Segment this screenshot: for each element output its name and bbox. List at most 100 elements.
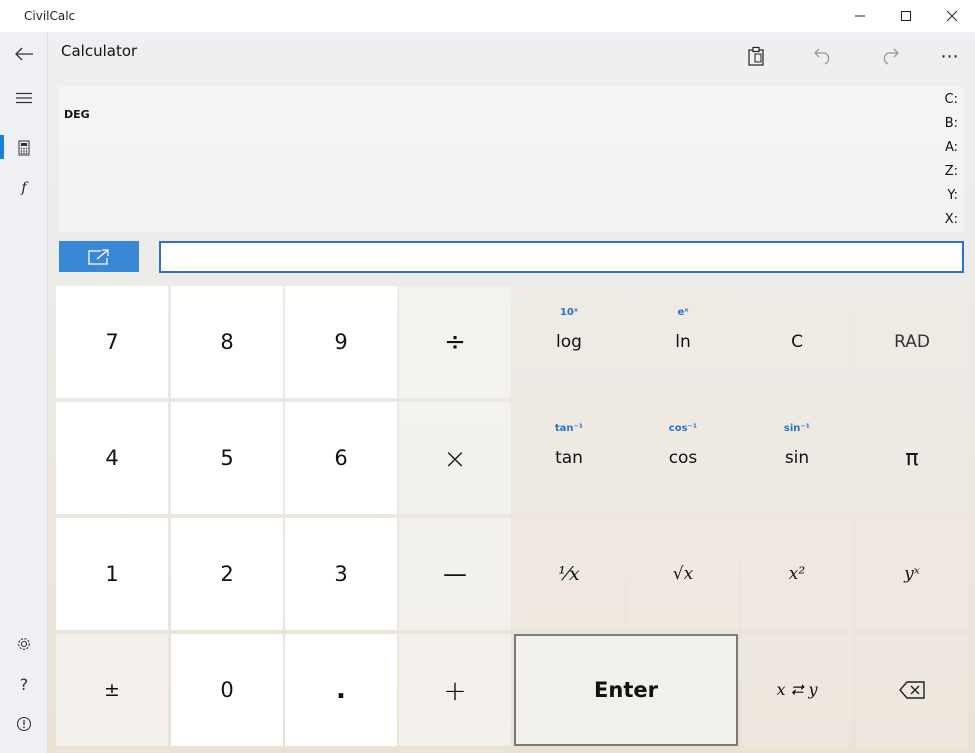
key-0[interactable]: 0 — [171, 634, 283, 746]
key-multiply[interactable]: × — [399, 402, 511, 514]
key-label: x ⮂ y — [776, 680, 818, 699]
key-pi[interactable]: π — [856, 402, 968, 514]
register-c: C: — [944, 92, 958, 107]
key-4[interactable]: 4 — [56, 402, 168, 514]
close-button[interactable] — [929, 0, 975, 32]
key-3[interactable]: 3 — [285, 518, 397, 630]
key-label: √x — [672, 564, 694, 584]
maximize-icon — [901, 11, 911, 21]
maximize-button[interactable] — [883, 0, 929, 32]
key-decimal[interactable]: . — [285, 634, 397, 746]
key-label: yˣ — [904, 564, 920, 584]
key-9[interactable]: 9 — [285, 286, 397, 398]
register-y: Y: — [947, 188, 958, 203]
popout-button[interactable] — [59, 241, 139, 272]
key-ln[interactable]: eˣ ln — [627, 286, 739, 398]
hamburger-menu-icon — [16, 92, 32, 104]
key-clear[interactable]: C — [741, 286, 853, 398]
key-label: 4 — [105, 446, 119, 470]
popout-icon — [88, 248, 109, 265]
key-label: ÷ — [444, 327, 466, 357]
key-7[interactable]: 7 — [56, 286, 168, 398]
key-6[interactable]: 6 — [285, 402, 397, 514]
register-x: X: — [944, 212, 958, 227]
key-label: C — [791, 332, 803, 352]
enter-label: Enter — [594, 678, 658, 702]
clipboard-icon — [748, 46, 764, 66]
about-button[interactable] — [0, 704, 48, 744]
key-label: 5 — [220, 446, 234, 470]
hamburger-menu-button[interactable] — [0, 78, 48, 118]
back-button[interactable] — [0, 34, 48, 74]
key-label: 0 — [220, 678, 234, 702]
calculator-icon — [18, 140, 30, 156]
redo-button[interactable] — [870, 38, 910, 74]
help-button[interactable]: ? — [0, 664, 48, 704]
key-label: 7 — [105, 330, 119, 354]
help-icon: ? — [19, 674, 29, 694]
key-swap-xy[interactable]: x ⮂ y — [741, 634, 853, 746]
key-label: — — [443, 560, 467, 588]
key-label: ± — [104, 679, 120, 701]
key-label: sin — [784, 448, 810, 468]
key-square[interactable]: x² — [741, 518, 853, 630]
key-subtract[interactable]: — — [399, 518, 511, 630]
stack-display: DEG C: B: A: Z: Y: X: — [59, 86, 964, 232]
key-5[interactable]: 5 — [171, 402, 283, 514]
key-rad[interactable]: RAD — [856, 286, 968, 398]
key-secondary-label: sin⁻¹ — [783, 423, 811, 434]
key-label: ¹⁄x — [558, 563, 580, 585]
entry-input[interactable] — [159, 241, 964, 273]
key-power[interactable]: yˣ — [856, 518, 968, 630]
key-label: 8 — [220, 330, 234, 354]
undo-button[interactable] — [803, 38, 843, 74]
angle-mode-indicator: DEG — [64, 108, 90, 121]
nav-item-functions[interactable]: f — [0, 168, 48, 208]
key-1[interactable]: 1 — [56, 518, 168, 630]
page-title: Calculator — [61, 42, 138, 60]
register-z: Z: — [944, 164, 958, 179]
enter-button[interactable]: Enter — [514, 634, 738, 746]
key-label: log — [556, 332, 582, 352]
redo-icon — [883, 48, 899, 65]
key-cos[interactable]: cos⁻¹ cos — [627, 402, 739, 514]
register-a: A: — [944, 140, 958, 155]
key-tan[interactable]: tan⁻¹ tan — [513, 402, 625, 514]
key-label: . — [336, 675, 346, 705]
undo-icon — [814, 48, 830, 65]
nav-active-indicator — [0, 135, 4, 159]
key-add[interactable]: + — [399, 634, 511, 746]
window-title: CivilCalc — [24, 9, 76, 23]
key-8[interactable]: 8 — [171, 286, 283, 398]
key-secondary-label: 10ˣ — [559, 307, 579, 318]
minimize-button[interactable] — [837, 0, 883, 32]
backspace-icon — [899, 681, 925, 699]
key-divide[interactable]: ÷ — [399, 286, 511, 398]
key-negate[interactable]: ± — [56, 634, 168, 746]
nav-item-calculator[interactable] — [0, 128, 48, 168]
info-icon — [16, 716, 32, 732]
minimize-icon — [855, 15, 865, 17]
left-nav: f ? — [0, 32, 48, 753]
key-label: 6 — [334, 446, 348, 470]
key-label: 2 — [220, 562, 234, 586]
key-reciprocal[interactable]: ¹⁄x — [513, 518, 625, 630]
more-icon: ⋯ — [940, 45, 960, 67]
paste-button[interactable] — [736, 38, 776, 74]
key-2[interactable]: 2 — [171, 518, 283, 630]
key-label: 1 — [105, 562, 119, 586]
key-label: 9 — [334, 330, 348, 354]
settings-button[interactable] — [0, 624, 48, 664]
key-secondary-label: cos⁻¹ — [668, 423, 698, 434]
key-sin[interactable]: sin⁻¹ sin — [741, 402, 853, 514]
key-backspace[interactable] — [856, 634, 968, 746]
key-log[interactable]: 10ˣ log — [513, 286, 625, 398]
key-label: + — [443, 673, 467, 707]
arrow-left-icon — [15, 47, 33, 61]
key-sqrt[interactable]: √x — [627, 518, 739, 630]
key-label: tan — [555, 448, 583, 468]
title-bar: CivilCalc — [0, 0, 975, 32]
key-label: π — [905, 445, 919, 471]
key-label: ln — [675, 332, 691, 352]
more-button[interactable]: ⋯ — [930, 38, 970, 74]
